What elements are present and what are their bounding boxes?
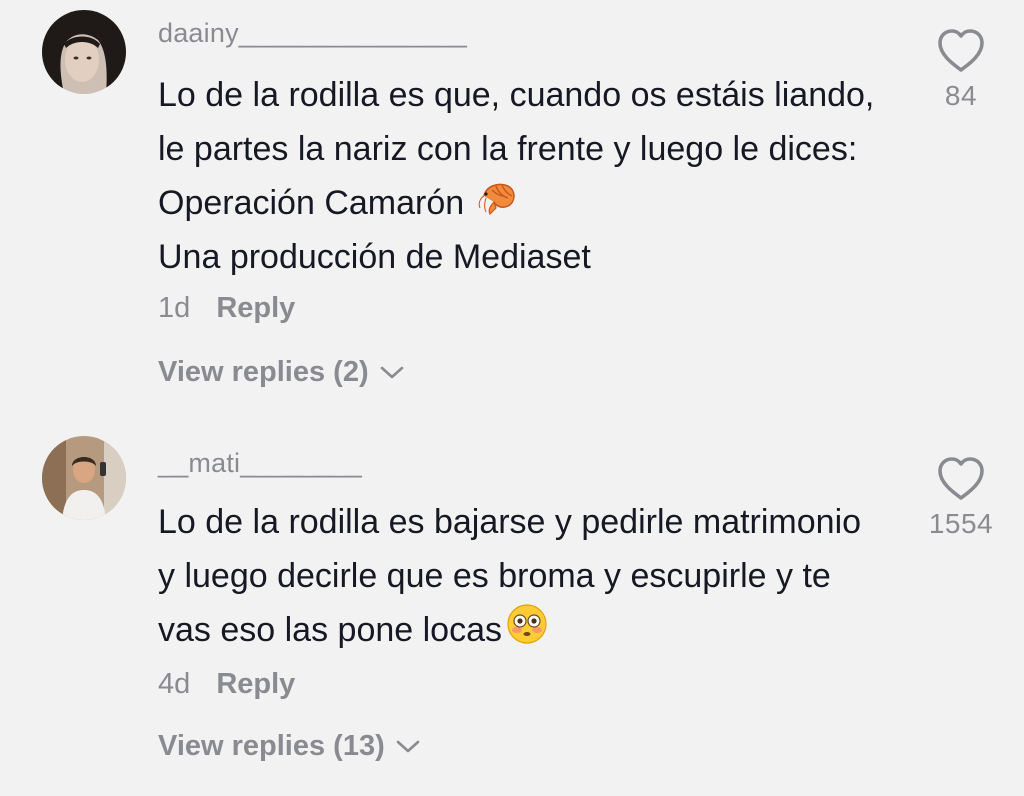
timestamp: 4d	[158, 668, 191, 700]
comment-meta: 1d Reply	[158, 292, 295, 325]
comment-text: Lo de la rodilla es bajarse y pedirle ma…	[158, 495, 878, 657]
like-count: 1554	[928, 508, 994, 539]
like-button[interactable]: 84	[901, 28, 1021, 112]
username[interactable]: __mati________	[158, 448, 362, 479]
like-button[interactable]: 1554	[901, 456, 1021, 540]
username[interactable]: daainy_______________	[158, 18, 467, 49]
avatar[interactable]	[42, 10, 126, 94]
like-count: 84	[944, 80, 978, 111]
heart-icon	[938, 457, 984, 500]
view-replies-label: View replies (2)	[158, 356, 369, 388]
comment-meta: 4d Reply	[158, 668, 295, 701]
view-replies-button[interactable]: View replies (2)	[158, 356, 405, 389]
comment-text: Lo de la rodilla es que, cuando os estái…	[158, 68, 878, 284]
chevron-down-icon	[380, 366, 403, 378]
chevron-down-icon	[396, 740, 420, 752]
view-replies-button[interactable]: View replies (13)	[158, 730, 421, 763]
timestamp: 1d	[158, 292, 191, 324]
reply-button[interactable]: Reply	[216, 668, 295, 700]
reply-button[interactable]: Reply	[216, 292, 295, 324]
avatar[interactable]	[42, 436, 126, 520]
heart-icon	[938, 29, 984, 72]
flushed-face-emoji-icon	[506, 603, 548, 645]
comment-text-body-line2: Una producción de Mediaset	[158, 238, 591, 276]
shrimp-emoji-icon	[478, 176, 520, 218]
view-replies-label: View replies (13)	[158, 730, 385, 762]
